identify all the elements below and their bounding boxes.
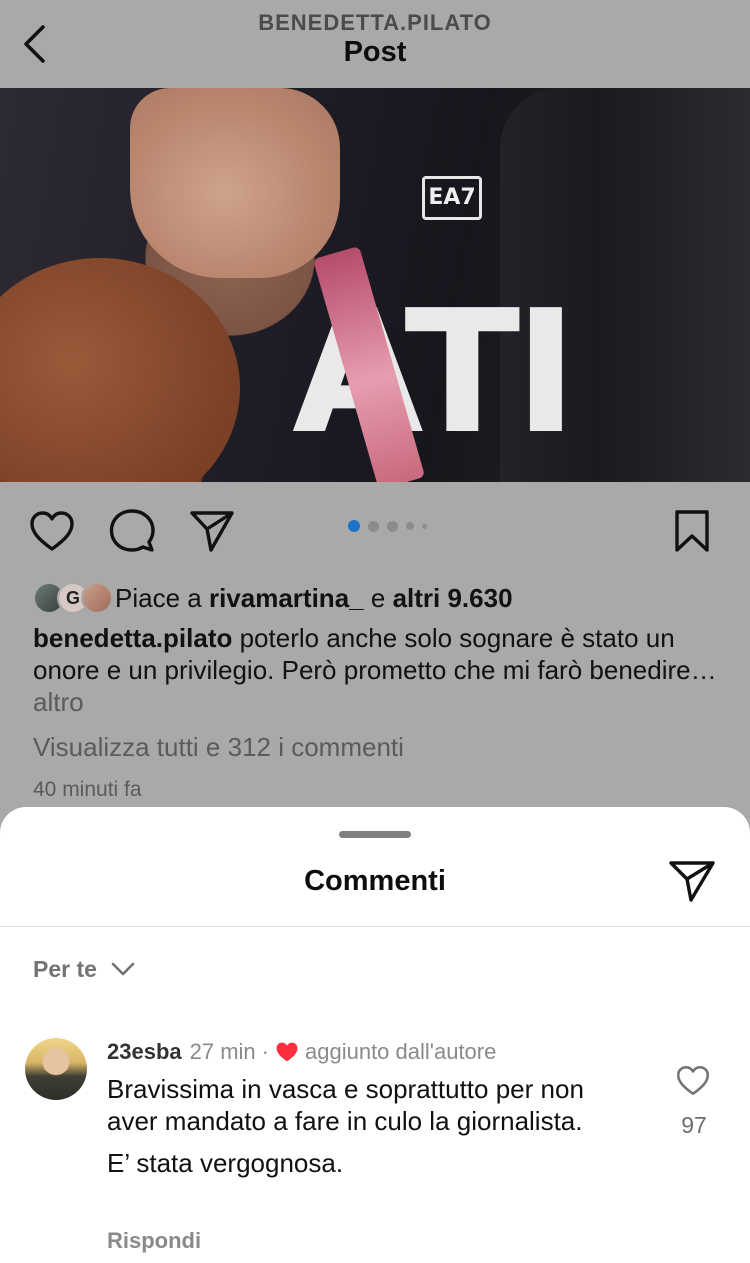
paper-plane-icon	[190, 511, 234, 552]
post-author-username[interactable]: BENEDETTA.PILATO	[0, 10, 750, 36]
bookmark-icon	[675, 510, 709, 552]
comment-time: 27 min	[189, 1039, 256, 1064]
caption-more-link[interactable]: altro	[33, 687, 84, 717]
comment-like-button[interactable]	[676, 1065, 712, 1099]
likes-joiner: e	[370, 582, 386, 613]
likes-summary[interactable]: G Piace a rivamartina_ e altri 9.630	[33, 580, 513, 616]
post-caption: benedetta.pilato poterlo anche solo sogn…	[33, 622, 723, 718]
avatar	[81, 582, 113, 614]
sheet-grabber-handle[interactable]	[339, 831, 411, 838]
comment-line: Bravissima in vasca e soprattutto per no…	[107, 1074, 584, 1136]
comment-text: Bravissima in vasca e soprattutto per no…	[107, 1073, 627, 1179]
carousel-dot-active	[348, 520, 360, 532]
post-timestamp: 40 minuti fa	[33, 778, 142, 801]
comment-button[interactable]	[108, 508, 156, 554]
paper-plane-icon	[669, 861, 715, 902]
comments-sheet: Commenti Per te 23esba 27 min · aggiunto…	[0, 807, 750, 1263]
carousel-dot	[368, 520, 379, 532]
divider	[0, 926, 750, 927]
comment-sort-dropdown[interactable]: Per te	[33, 952, 135, 986]
comment-meta: 23esba 27 min · aggiunto dall'autore	[107, 1038, 496, 1066]
comment-username[interactable]: 23esba	[107, 1039, 182, 1065]
sort-label: Per te	[33, 955, 97, 982]
comment-line: E’ stata vergognosa.	[107, 1148, 344, 1178]
reply-button[interactable]: Rispondi	[107, 1228, 201, 1254]
heart-icon	[676, 1065, 710, 1096]
liker-avatars: G	[33, 582, 113, 614]
carousel-dot	[422, 523, 427, 529]
comment-bubble-icon	[109, 509, 155, 552]
likes-prefix: Piace a	[115, 582, 202, 613]
sheet-title: Commenti	[304, 865, 446, 897]
sheet-share-button[interactable]	[668, 859, 716, 908]
save-button[interactable]	[670, 508, 714, 554]
comment-like-count: 97	[681, 1112, 707, 1138]
heart-filled-icon	[276, 1042, 298, 1062]
liker-username[interactable]: rivamartina_	[209, 583, 364, 614]
carousel-dot	[387, 520, 398, 532]
photo-hand	[130, 88, 340, 278]
likes-others[interactable]: altri 9.630	[393, 583, 513, 614]
meta-separator: ·	[261, 1039, 269, 1064]
commenter-avatar[interactable]	[25, 1038, 87, 1100]
carousel-indicator	[348, 519, 427, 533]
page-title: Post	[343, 36, 407, 68]
post-photo[interactable]: EA7 ATI	[0, 88, 750, 482]
chevron-down-icon	[111, 962, 135, 976]
carousel-dot	[406, 522, 414, 530]
photo-logo: EA7	[422, 176, 482, 220]
view-all-comments-link[interactable]: Visualizza tutti e 312 i commenti	[33, 732, 404, 763]
share-button[interactable]	[188, 508, 236, 554]
like-button[interactable]	[28, 508, 76, 554]
caption-author[interactable]: benedetta.pilato	[33, 623, 232, 653]
post-header: BENEDETTA.PILATO Post	[0, 0, 750, 88]
photo-knee	[0, 258, 240, 482]
heart-icon	[30, 511, 74, 551]
author-liked-badge: aggiunto dall'autore	[305, 1039, 497, 1064]
